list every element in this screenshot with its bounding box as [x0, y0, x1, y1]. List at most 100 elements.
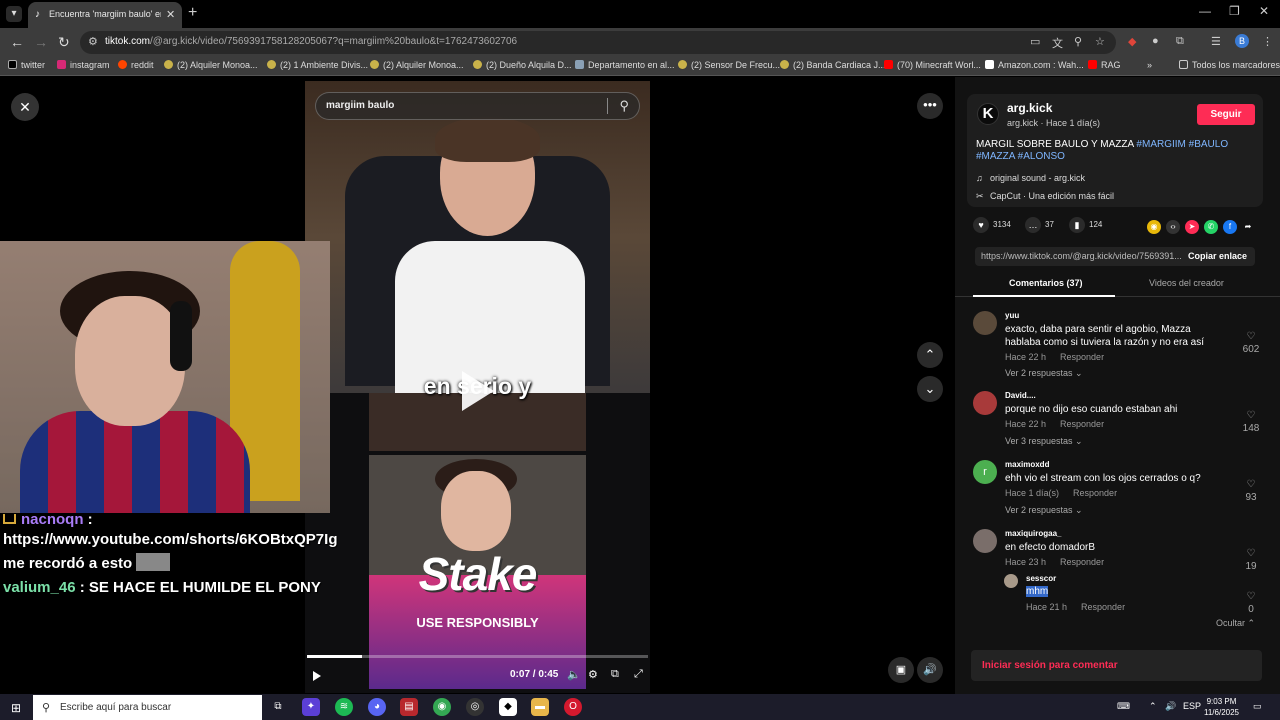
save-button[interactable]: ▮ 124	[1069, 217, 1102, 233]
reply-link[interactable]: Responder	[1060, 352, 1104, 362]
whatsapp-icon[interactable]: ✆	[1204, 220, 1218, 234]
comment-username[interactable]: David....	[1005, 391, 1036, 400]
copy-link-button[interactable]: Copiar enlace	[1188, 251, 1247, 261]
reply-username[interactable]: sesscor	[1026, 574, 1056, 583]
facebook-icon[interactable]: f	[1223, 220, 1237, 234]
video-progress-bar[interactable]	[307, 655, 648, 658]
bookmark-item[interactable]: (2) Dueño Alquila D...	[473, 60, 572, 70]
chrome-icon[interactable]: ◉	[433, 698, 451, 716]
bookmark-item[interactable]: Amazon.com : Wah...	[985, 60, 1084, 70]
send-icon[interactable]: ➤	[1185, 220, 1199, 234]
more-options-button[interactable]: •••	[917, 93, 943, 119]
notifications-icon[interactable]: ▭	[1253, 701, 1262, 712]
tab-search-menu-icon[interactable]: ▾	[6, 6, 22, 22]
bookmark-item[interactable]: RAG	[1088, 60, 1121, 70]
reading-list-icon[interactable]: ☰	[1211, 35, 1221, 48]
video-link[interactable]: https://www.tiktok.com/@arg.kick/video/7…	[981, 251, 1181, 261]
reply-link[interactable]: Responder	[1073, 488, 1117, 498]
reply-like-button[interactable]: ♡ 0	[1239, 586, 1263, 615]
video-player[interactable]: Stake USE RESPONSIBLY en serio y margiim…	[305, 81, 650, 693]
file-explorer-icon[interactable]: ▬	[531, 698, 549, 716]
minimize-icon[interactable]: —	[1199, 4, 1211, 18]
more-bookmarks-icon[interactable]: »	[1147, 60, 1152, 70]
search-input[interactable]: margiim baulo	[326, 100, 394, 111]
copilot-icon[interactable]: ✦	[302, 698, 320, 716]
chrome-menu-icon[interactable]: ⋮	[1262, 35, 1273, 48]
site-info-icon[interactable]: ⚙	[88, 35, 98, 48]
bookmark-item[interactable]: (2) Sensor De Frecu...	[678, 60, 780, 70]
captions-button[interactable]: ▣	[888, 657, 914, 683]
settings-icon[interactable]: ⚙	[588, 668, 598, 681]
profile-avatar[interactable]: B	[1235, 34, 1249, 48]
reply-link[interactable]: Responder	[1060, 419, 1104, 429]
next-video-button[interactable]: ⌄	[917, 376, 943, 402]
hide-replies-link[interactable]: Ocultar ⌃	[1216, 618, 1255, 629]
bookmark-item[interactable]: instagram	[57, 60, 110, 70]
close-video-button[interactable]: ✕	[11, 93, 39, 121]
bookmark-item[interactable]: (2) Alquiler Monoa...	[370, 60, 464, 70]
tray-expand-icon[interactable]: ⌃	[1149, 701, 1157, 712]
zoom-icon[interactable]: ⚲	[1074, 35, 1082, 48]
windows-start-icon[interactable]: ⊞	[11, 701, 21, 715]
play-overlay-icon[interactable]	[462, 371, 494, 411]
discord-icon[interactable]: ◕	[368, 698, 386, 716]
tab-comments[interactable]: Comentarios (37)	[1009, 278, 1083, 288]
embed-icon[interactable]: ‹›	[1166, 220, 1180, 234]
comment-like-button[interactable]: ♡ 93	[1239, 474, 1263, 503]
keyboard-icon[interactable]: ⌨	[1117, 701, 1130, 712]
comment-username[interactable]: maximoxdd	[1005, 460, 1049, 469]
previous-video-button[interactable]: ⌃	[917, 342, 943, 368]
task-view-icon[interactable]: ⧉	[269, 698, 287, 716]
app-icon[interactable]: ◆	[499, 698, 517, 716]
comment-like-button[interactable]: ♡ 148	[1239, 405, 1263, 434]
volume-tray-icon[interactable]: 🔊	[1165, 701, 1176, 712]
sound-line[interactable]: ♫ original sound - arg.kick	[976, 173, 1085, 183]
comment-username[interactable]: yuu	[1005, 311, 1019, 320]
language-indicator[interactable]: ESP	[1183, 701, 1201, 711]
address-bar[interactable]: ⚙ tiktok.com/@arg.kick/video/75693917581…	[80, 31, 1116, 54]
new-tab-icon[interactable]: +	[188, 4, 197, 22]
all-bookmarks[interactable]: Todos los marcadores	[1179, 60, 1280, 70]
view-replies-link[interactable]: Ver 2 respuestas ⌄	[1005, 368, 1083, 379]
forward-icon[interactable]: →	[34, 34, 48, 50]
video-search-box[interactable]: margiim baulo ⚲	[315, 92, 640, 120]
app-icon[interactable]: ▤	[400, 698, 418, 716]
clock[interactable]: 9:03 PM 11/6/2025	[1204, 696, 1239, 718]
tab-creator-videos[interactable]: Videos del creador	[1149, 278, 1224, 288]
avatar[interactable]	[1004, 574, 1018, 588]
follow-button[interactable]: Seguir	[1197, 104, 1255, 125]
extensions-puzzle-icon[interactable]: ⧉	[1176, 35, 1184, 48]
avatar[interactable]: r	[973, 460, 997, 484]
bookmark-item[interactable]: (2) 1 Ambiente Divis...	[267, 60, 368, 70]
search-icon[interactable]: ⚲	[619, 98, 629, 114]
reply-link[interactable]: Responder	[1060, 557, 1104, 567]
fullscreen-icon[interactable]: ⤢	[634, 668, 643, 681]
restore-icon[interactable]: ❐	[1229, 4, 1240, 18]
comment-like-button[interactable]: ♡ 602	[1239, 326, 1263, 355]
comment-like-button[interactable]: ♡ 19	[1239, 543, 1263, 572]
bookmark-item[interactable]: (2) Alquiler Monoa...	[164, 60, 258, 70]
translate-icon[interactable]: 文	[1052, 35, 1063, 51]
avatar[interactable]	[973, 391, 997, 415]
like-button[interactable]: ♥ 3134	[973, 217, 1011, 233]
spotify-icon[interactable]: ≋	[335, 698, 353, 716]
miniplayer-icon[interactable]: ⧉	[611, 668, 619, 681]
volume-icon[interactable]: 🔈	[567, 668, 581, 681]
mute-button[interactable]: 🔊	[917, 657, 943, 683]
share-more-icon[interactable]: ➦	[1241, 220, 1255, 234]
view-replies-link[interactable]: Ver 2 respuestas ⌄	[1005, 505, 1083, 516]
opera-icon[interactable]: O	[564, 698, 582, 716]
comment-button[interactable]: … 37	[1025, 217, 1054, 233]
reply-link[interactable]: Responder	[1081, 602, 1125, 612]
bookmark-item[interactable]: (2) Banda Cardiaca J...	[780, 60, 886, 70]
bookmark-item[interactable]: Departamento en al...	[575, 60, 675, 70]
author-name[interactable]: arg.kick	[1007, 101, 1052, 115]
play-icon[interactable]	[313, 671, 321, 681]
obs-icon[interactable]: ◎	[466, 698, 484, 716]
extension-icon-2[interactable]: ●	[1152, 35, 1159, 47]
tab-close-icon[interactable]: ✕	[166, 8, 175, 21]
window-close-icon[interactable]: ✕	[1259, 4, 1269, 18]
bookmark-star-icon[interactable]: ☆	[1095, 35, 1105, 48]
bookmark-item[interactable]: (70) Minecraft Worl...	[884, 60, 981, 70]
capcut-line[interactable]: ✂ CapCut · Una edición más fácil	[976, 191, 1114, 202]
